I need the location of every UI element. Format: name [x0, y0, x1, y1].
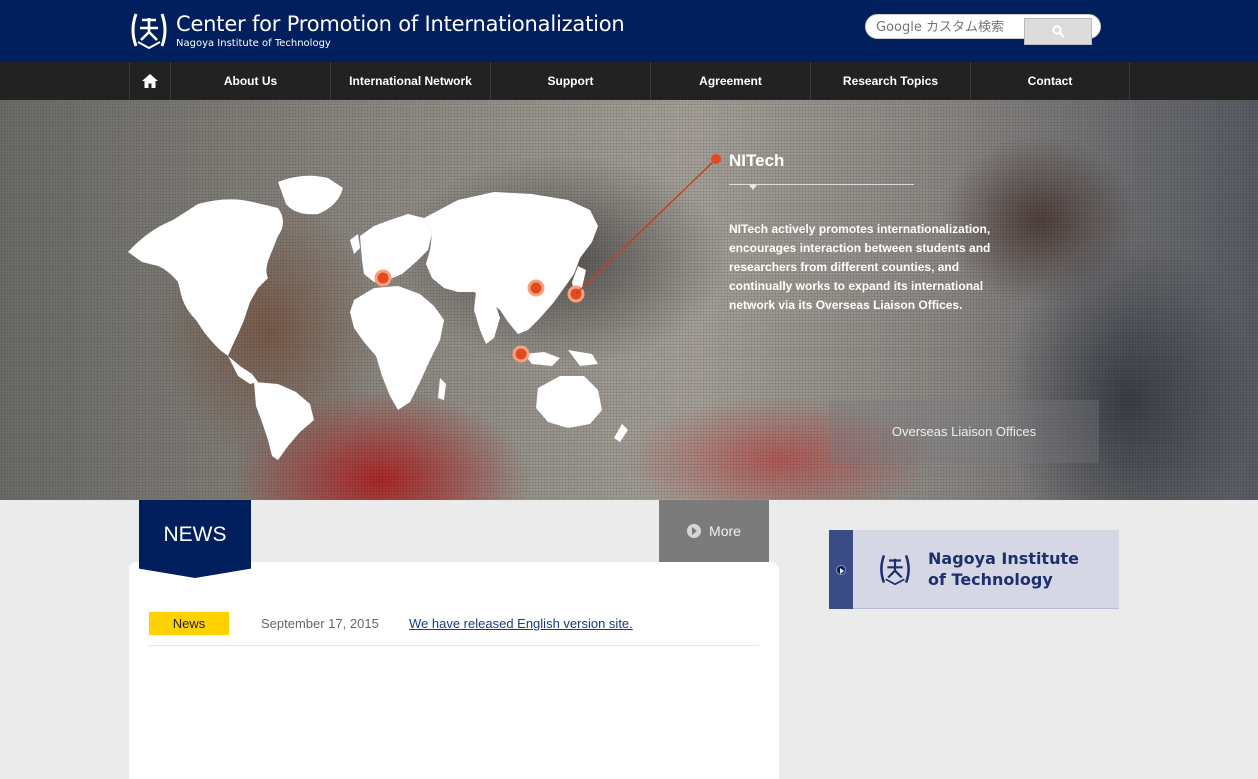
search-input[interactable] [876, 18, 1026, 36]
nav-support[interactable]: Support [490, 62, 650, 100]
nav-home[interactable] [129, 62, 170, 100]
search-button[interactable] [1024, 18, 1092, 45]
nav-international-network[interactable]: International Network [330, 62, 490, 100]
news-category-badge: News [149, 612, 229, 635]
university-emblem-icon [131, 13, 167, 50]
news-title-link[interactable]: We have released English version site. [409, 616, 633, 631]
hero-description: NITech actively promotes internationaliz… [729, 222, 991, 312]
overseas-liaison-offices-link[interactable]: Overseas Liaison Offices [829, 400, 1099, 463]
more-news-button[interactable]: More [659, 500, 769, 562]
nitech-banner-link[interactable]: Nagoya Institute of Technology [829, 530, 1119, 609]
banner-label: Nagoya Institute of Technology [928, 549, 1079, 589]
news-item: News September 17, 2015 We have released… [149, 612, 759, 646]
university-emblem-icon [880, 554, 910, 586]
home-icon [142, 74, 158, 88]
main-nav: About Us International Network Support A… [0, 62, 1258, 100]
divider-arrow-icon [749, 185, 757, 190]
nav-contact[interactable]: Contact [970, 62, 1130, 100]
news-heading: NEWS [139, 500, 251, 578]
site-header: Center for Promotion of Internationaliza… [0, 0, 1258, 62]
search-icon [1051, 25, 1065, 38]
nav-agreement[interactable]: Agreement [650, 62, 810, 100]
arrow-circle-icon [836, 565, 846, 575]
news-panel [129, 562, 779, 779]
more-label: More [709, 523, 741, 539]
nav-about-us[interactable]: About Us [170, 62, 330, 100]
site-title: Center for Promotion of Internationaliza… [176, 12, 625, 36]
site-logo[interactable]: Center for Promotion of Internationaliza… [128, 10, 625, 52]
site-subtitle: Nagoya Institute of Technology [176, 38, 331, 49]
search-box [865, 14, 1101, 45]
hero-banner: NITech NITech actively promotes internat… [0, 100, 1258, 500]
play-circle-icon [687, 524, 702, 538]
news-date: September 17, 2015 [261, 616, 379, 631]
banner-side-bar [829, 530, 853, 609]
nav-research-topics[interactable]: Research Topics [810, 62, 970, 100]
hero-title: NITech [729, 151, 785, 170]
